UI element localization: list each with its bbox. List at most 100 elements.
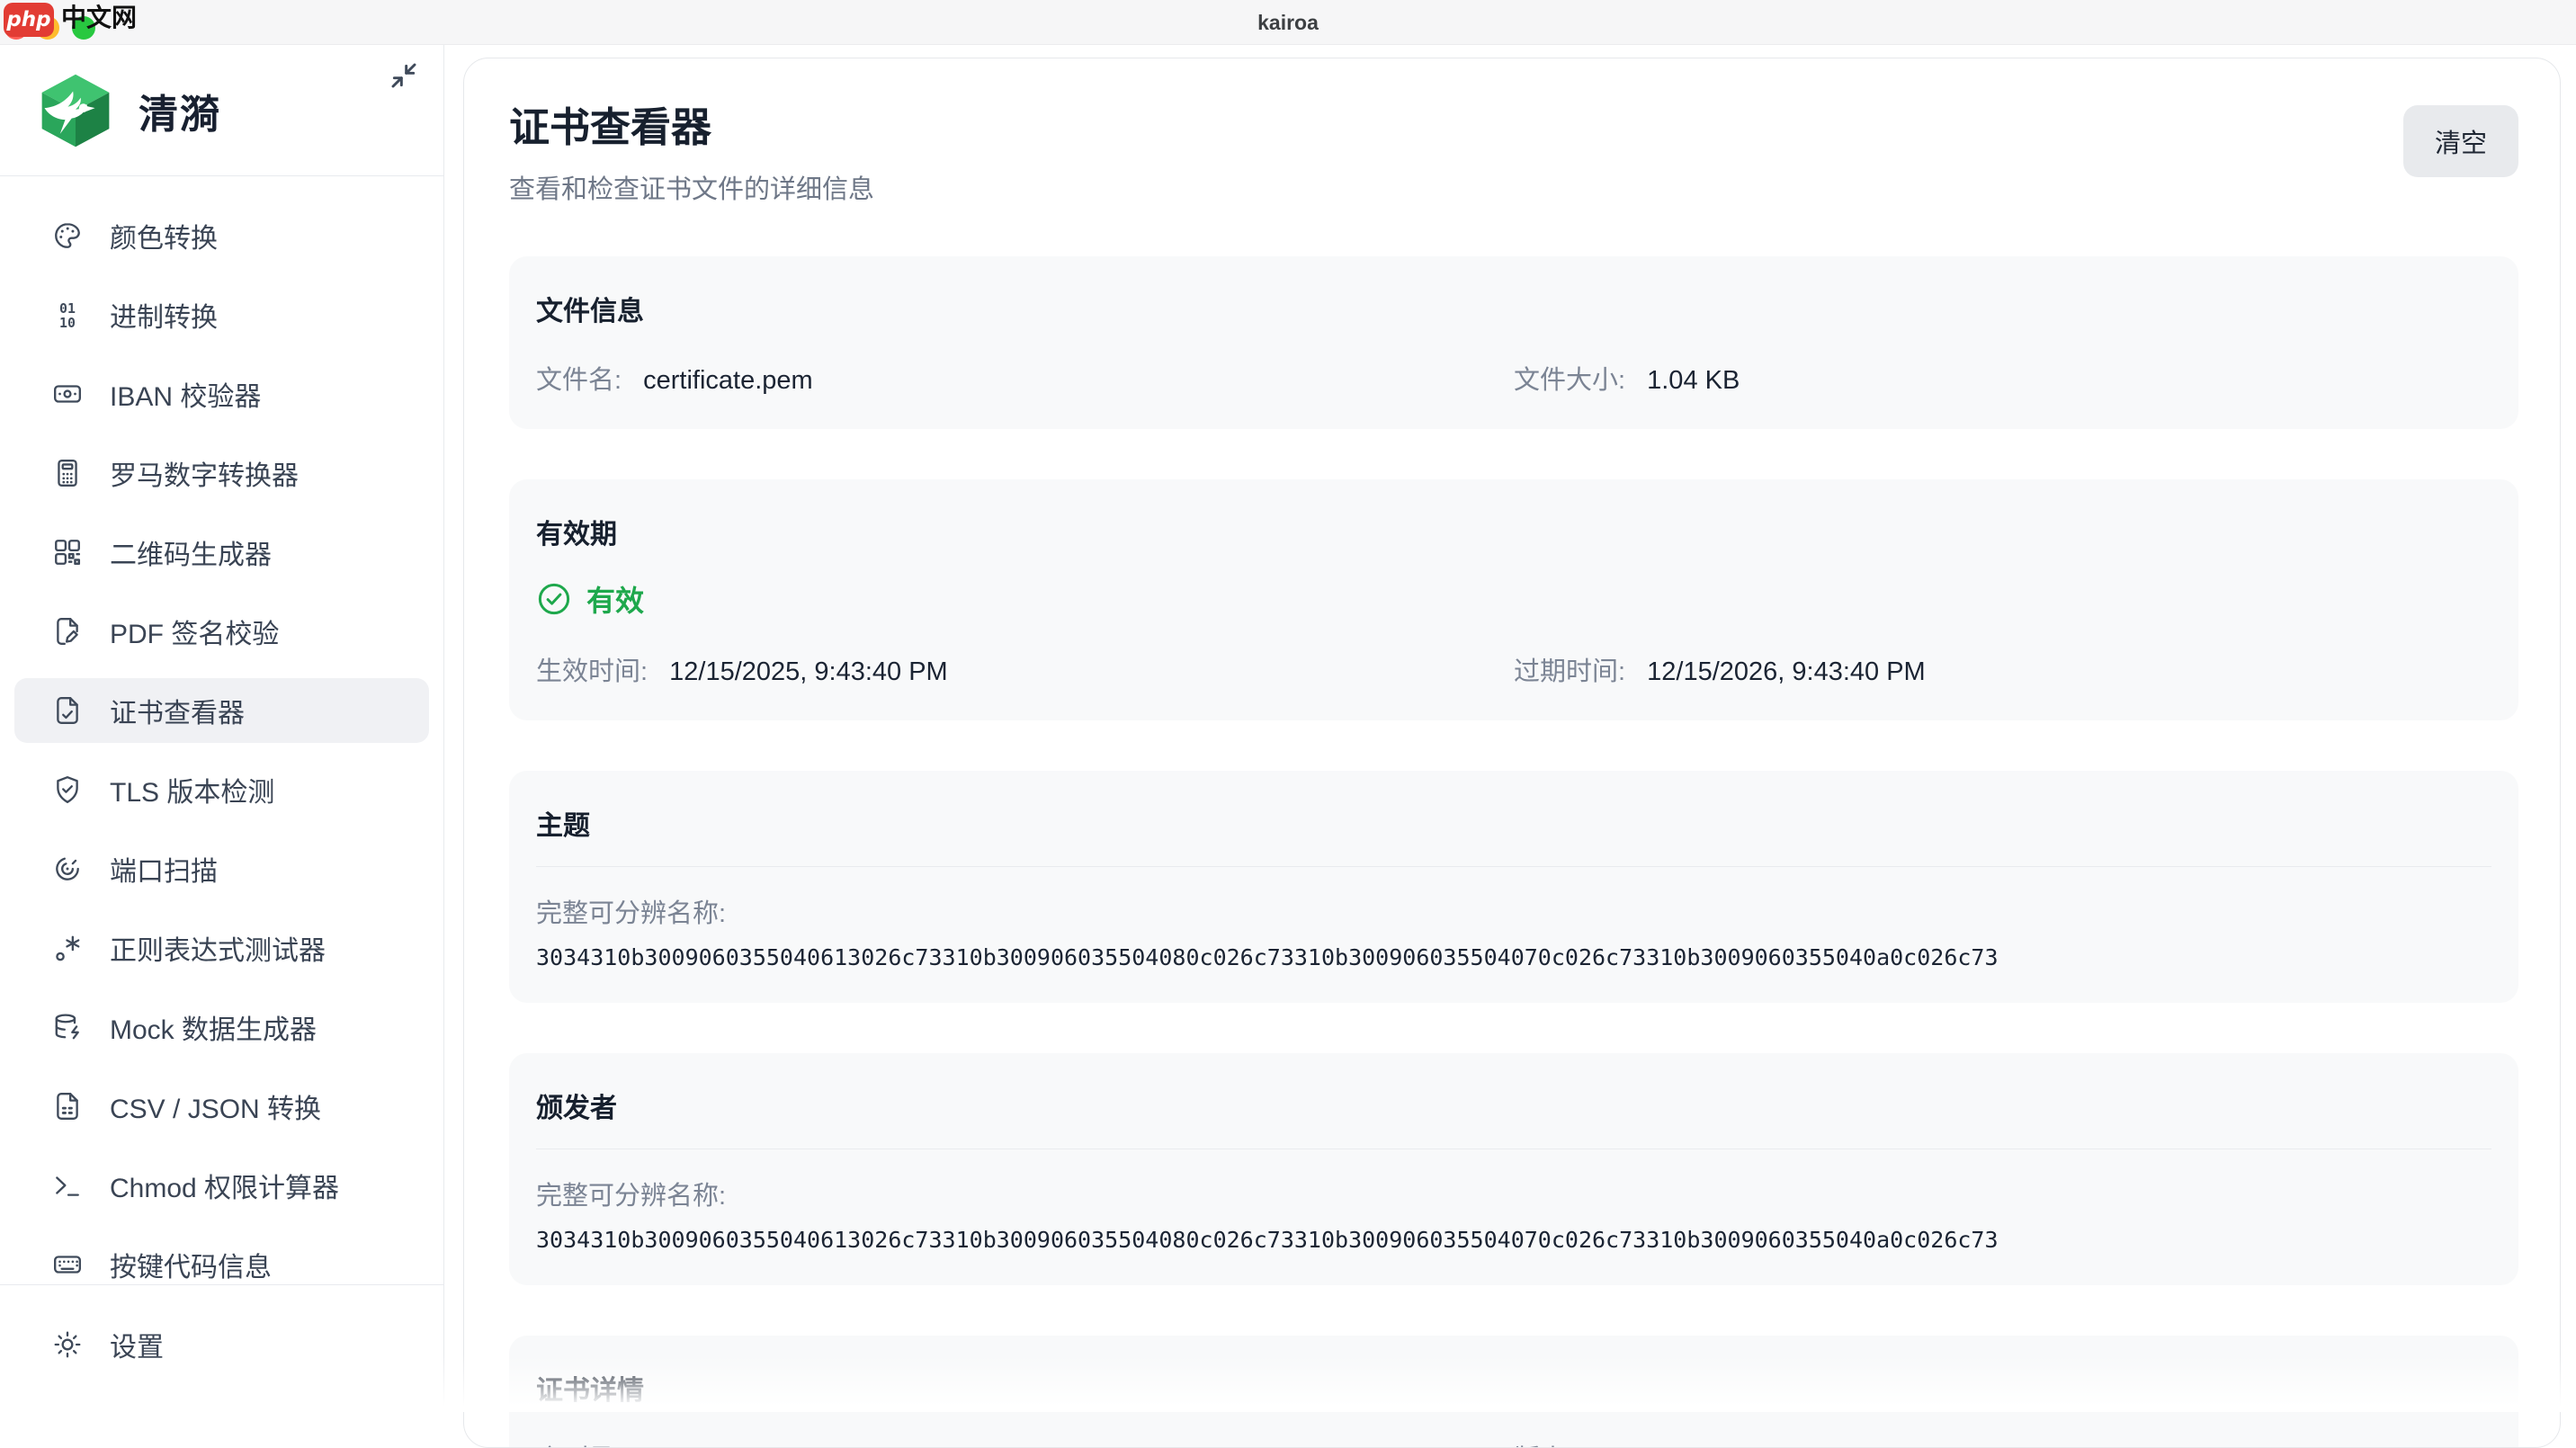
sidebar-item-csv-json-converter[interactable]: CSV / JSON 转换: [14, 1074, 429, 1139]
gear-icon: [52, 1329, 83, 1360]
calculator-icon: [52, 458, 83, 488]
subject-dn-value: 3034310b3009060355040613026c73310b300906…: [536, 944, 2491, 970]
sidebar-item-label: 设置: [110, 1325, 164, 1364]
window-titlebar: php 中文网 kairoa: [0, 0, 2576, 45]
sidebar-header: 清漪: [0, 45, 443, 176]
sidebar-item-color-converter[interactable]: 颜色转换: [14, 203, 429, 268]
sidebar-item-tls-version-check[interactable]: TLS 版本检测: [14, 757, 429, 822]
sidebar-item-label: IBAN 校验器: [110, 374, 261, 414]
sidebar-item-label: PDF 签名校验: [110, 612, 279, 651]
sidebar-item-label: 罗马数字转换器: [110, 453, 299, 493]
banknote-icon: [52, 379, 83, 409]
sidebar-item-certificate-viewer[interactable]: 证书查看器: [14, 678, 429, 743]
issuer-dn-label: 完整可分辨名称:: [536, 1175, 2491, 1212]
version-label: 版本:: [1514, 1445, 1573, 1448]
valid-from-value: 12/15/2025, 9:43:40 PM: [669, 657, 948, 686]
file-size-value: 1.04 KB: [1647, 366, 1740, 395]
serial-number-label: 序列号:: [536, 1445, 622, 1448]
qrcode-icon: [52, 537, 83, 568]
subject-card: 主题 完整可分辨名称: 3034310b3009060355040613026c…: [509, 771, 2518, 1003]
window-title: kairoa: [0, 0, 2576, 45]
sidebar-item-regex-tester[interactable]: 正则表达式测试器: [14, 916, 429, 980]
card-divider: [536, 866, 2491, 867]
version-row: 版本: v0: [1514, 1438, 2491, 1448]
issuer-dn-value: 3034310b3009060355040613026c73310b300906…: [536, 1227, 2491, 1253]
file-name-label: 文件名:: [536, 366, 622, 395]
sidebar-item-label: 按键代码信息: [110, 1245, 272, 1284]
binary-icon: 01 10: [52, 299, 83, 330]
sidebar-collapse-button[interactable]: [384, 56, 424, 95]
sidebar-item-base-converter[interactable]: 01 10 进制转换: [14, 282, 429, 347]
subject-card-title: 主题: [536, 803, 2491, 843]
issuer-card-title: 颁发者: [536, 1086, 2491, 1125]
file-pen-icon: [52, 616, 83, 647]
sidebar-item-label: Mock 数据生成器: [110, 1007, 317, 1047]
sidebar-item-settings[interactable]: 设置: [14, 1312, 429, 1377]
file-size-row: 文件大小: 1.04 KB: [1514, 359, 2491, 397]
valid-to-label: 过期时间:: [1514, 657, 1625, 686]
svg-text:10: 10: [59, 315, 76, 330]
sidebar-item-label: 端口扫描: [110, 849, 218, 889]
watermark-text: 中文网: [61, 3, 137, 33]
sidebar-item-label: 进制转换: [110, 295, 218, 335]
sidebar-nav: 颜色转换 01 10 进制转换 IBAN 校验器 罗马数字转换器: [0, 176, 443, 1297]
sidebar-item-label: 颜色转换: [110, 216, 218, 255]
sidebar-item-label: 证书查看器: [110, 691, 245, 730]
sidebar-item-label: TLS 版本检测: [110, 770, 274, 809]
php-logo-badge: php: [4, 3, 54, 37]
sidebar-item-chmod-calculator[interactable]: Chmod 权限计算器: [14, 1153, 429, 1218]
terminal-icon: [52, 1170, 83, 1201]
sidebar-item-label: 二维码生成器: [110, 532, 272, 572]
sidebar-item-label: CSV / JSON 转换: [110, 1086, 321, 1126]
sidebar: 清漪 颜色转换 01 10 进制转换: [0, 45, 444, 1412]
validity-rows: 生效时间: 12/15/2025, 9:43:40 PM 过期时间: 12/15…: [536, 650, 2491, 688]
file-info-card: 文件信息 文件名: certificate.pem 文件大小: 1.04 KB: [509, 256, 2518, 429]
valid-to-value: 12/15/2026, 9:43:40 PM: [1647, 657, 1926, 686]
database-zap-icon: [52, 1012, 83, 1042]
sidebar-item-qrcode-generator[interactable]: 二维码生成器: [14, 520, 429, 585]
sidebar-item-roman-numeral-converter[interactable]: 罗马数字转换器: [14, 441, 429, 505]
file-size-label: 文件大小:: [1514, 366, 1625, 395]
palette-icon: [52, 220, 83, 251]
shield-check-icon: [52, 774, 83, 805]
certificate-details-card: 证书详情 序列号: 10418470677827243277 版本: v0 算法…: [509, 1336, 2518, 1448]
regex-icon: [52, 933, 83, 963]
app-logo-icon: [34, 69, 117, 152]
serial-number-row: 序列号: 10418470677827243277: [536, 1438, 1514, 1448]
file-info-card-title: 文件信息: [536, 289, 2491, 328]
details-row-1: 序列号: 10418470677827243277 版本: v0: [536, 1438, 2491, 1448]
radar-icon: [52, 854, 83, 884]
app-logo-text: 清漪: [139, 82, 221, 139]
collapse-arrows-icon: [389, 61, 418, 90]
sidebar-item-port-scanner[interactable]: 端口扫描: [14, 836, 429, 901]
page-title: 证书查看器: [509, 105, 874, 150]
page-subtitle: 查看和检查证书文件的详细信息: [509, 168, 874, 206]
sidebar-item-pdf-signature-check[interactable]: PDF 签名校验: [14, 599, 429, 664]
sidebar-footer: 设置: [0, 1284, 443, 1412]
circle-check-icon: [536, 581, 572, 617]
valid-from-row: 生效时间: 12/15/2025, 9:43:40 PM: [536, 650, 1514, 688]
sidebar-item-iban-validator[interactable]: IBAN 校验器: [14, 362, 429, 426]
issuer-card: 颁发者 完整可分辨名称: 3034310b3009060355040613026…: [509, 1053, 2518, 1285]
sidebar-item-label: Chmod 权限计算器: [110, 1166, 339, 1205]
keyboard-icon: [52, 1249, 83, 1280]
subject-dn-label: 完整可分辨名称:: [536, 892, 2491, 930]
certificate-viewer-panel: 证书查看器 查看和检查证书文件的详细信息 清空 文件信息 文件名: certif…: [463, 58, 2561, 1448]
file-table-icon: [52, 1091, 83, 1122]
panel-header-text: 证书查看器 查看和检查证书文件的详细信息: [509, 105, 874, 206]
validity-status: 有效: [536, 578, 2491, 620]
valid-from-label: 生效时间:: [536, 657, 648, 686]
file-check-icon: [52, 695, 83, 726]
php-cn-watermark: php 中文网: [4, 3, 137, 37]
clear-button[interactable]: 清空: [2403, 105, 2518, 177]
sidebar-item-mock-data-generator[interactable]: Mock 数据生成器: [14, 995, 429, 1059]
file-name-row: 文件名: certificate.pem: [536, 359, 1514, 397]
panel-header: 证书查看器 查看和检查证书文件的详细信息 清空: [509, 105, 2518, 206]
validity-card-title: 有效期: [536, 512, 2491, 551]
serial-number-value: 10418470677827243277: [643, 1444, 946, 1448]
validity-card: 有效期 有效 生效时间: 12/15/2025, 9:43:40 PM 过期时间…: [509, 479, 2518, 720]
file-name-value: certificate.pem: [643, 366, 813, 395]
validity-status-text: 有效: [586, 578, 644, 620]
file-info-rows: 文件名: certificate.pem 文件大小: 1.04 KB: [536, 359, 2491, 397]
main-area: 证书查看器 查看和检查证书文件的详细信息 清空 文件信息 文件名: certif…: [445, 45, 2576, 1412]
